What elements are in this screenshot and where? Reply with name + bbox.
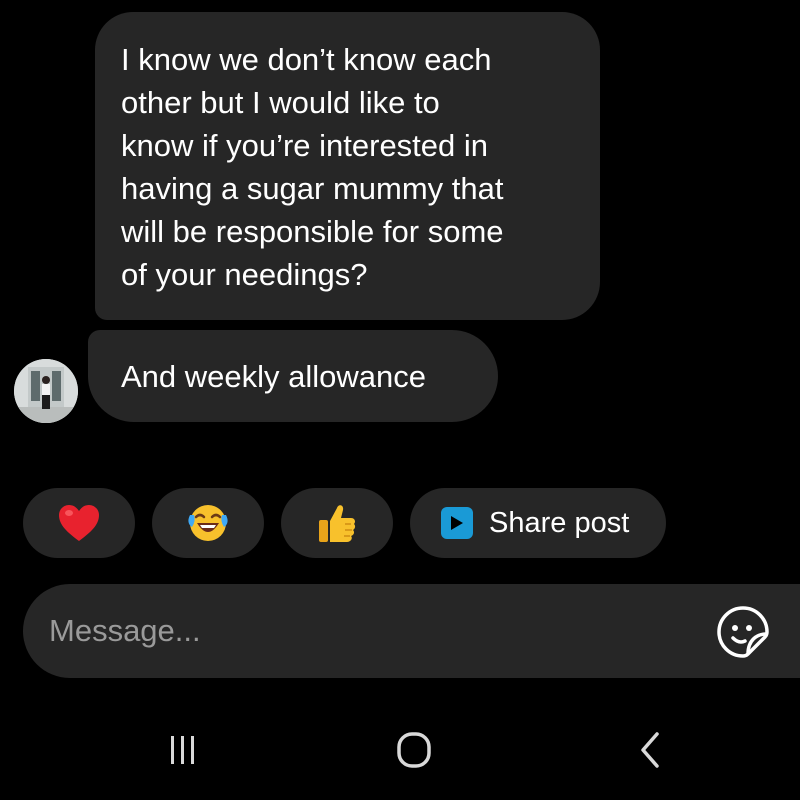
sender-avatar[interactable] <box>14 359 78 423</box>
message-line: I know we don’t know each <box>121 42 492 77</box>
home-button[interactable] <box>384 725 444 775</box>
thumbs-up-reaction-button[interactable] <box>281 488 393 558</box>
back-button[interactable] <box>620 725 680 775</box>
sticker-button[interactable] <box>715 604 771 660</box>
red-heart-icon <box>59 505 99 541</box>
recent-apps-button[interactable] <box>153 725 213 775</box>
thumbs-up-emoji-icon <box>319 505 356 542</box>
message-line: will be responsible for some <box>121 214 504 249</box>
message-composer <box>23 584 800 678</box>
heart-reaction-button[interactable] <box>23 488 135 558</box>
share-post-button[interactable]: Share post <box>410 488 666 558</box>
share-post-icon <box>441 507 473 539</box>
message-line: And weekly allowance <box>121 359 427 394</box>
message-line: other but I would like to <box>121 85 440 120</box>
system-navigation-bar <box>0 700 800 800</box>
received-message-bubble[interactable]: And weekly allowance <box>88 330 498 422</box>
avatar-photo <box>14 359 78 423</box>
play-triangle-icon <box>451 516 463 530</box>
message-line: having a sugar mummy that <box>121 171 504 206</box>
home-icon <box>397 732 431 768</box>
chat-screen: I know we don’t know each other but I wo… <box>0 0 800 800</box>
share-post-label: Share post <box>489 506 630 539</box>
message-line: know if you’re interested in <box>121 128 489 163</box>
received-message-bubble[interactable]: I know we don’t know each other but I wo… <box>95 12 600 320</box>
laugh-reaction-button[interactable] <box>152 488 264 558</box>
tears-of-joy-emoji-icon <box>188 505 228 541</box>
message-input[interactable] <box>49 608 649 654</box>
message-line: of your needings? <box>121 257 368 292</box>
recent-apps-icon <box>171 736 194 764</box>
sticker-icon <box>717 606 769 658</box>
back-icon <box>641 732 659 768</box>
